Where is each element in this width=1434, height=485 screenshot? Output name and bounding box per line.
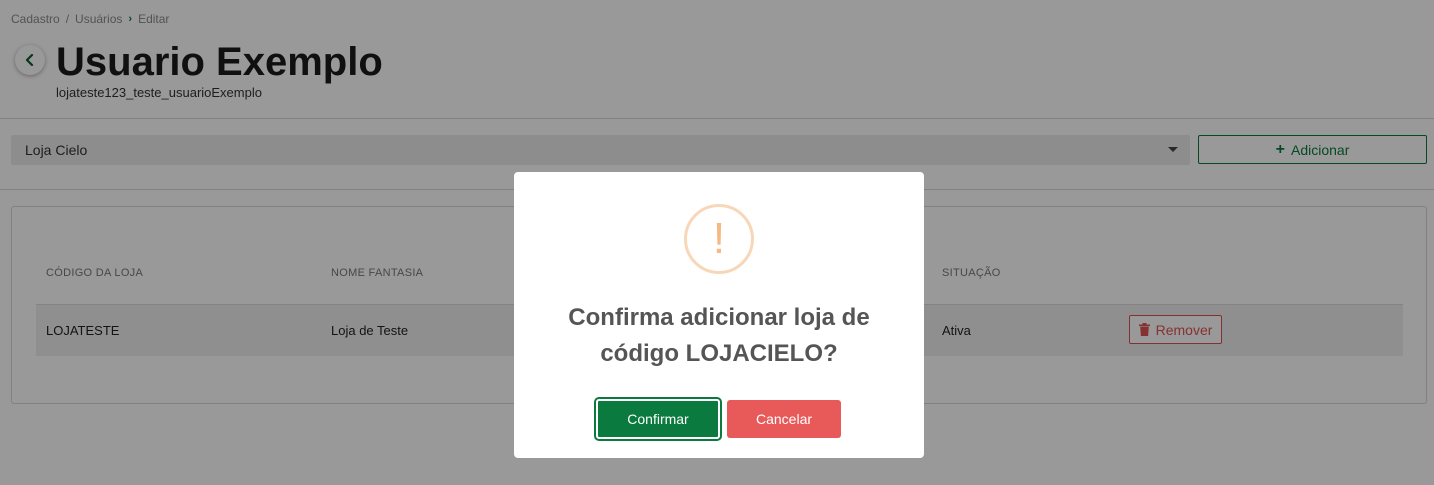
confirm-dialog: ! Confirma adicionar loja de código LOJA… bbox=[514, 172, 924, 458]
cancel-button[interactable]: Cancelar bbox=[727, 400, 841, 438]
confirm-button[interactable]: Confirmar bbox=[594, 397, 722, 441]
warning-icon: ! bbox=[684, 204, 754, 274]
dialog-title: Confirma adicionar loja de código LOJACI… bbox=[568, 304, 870, 367]
